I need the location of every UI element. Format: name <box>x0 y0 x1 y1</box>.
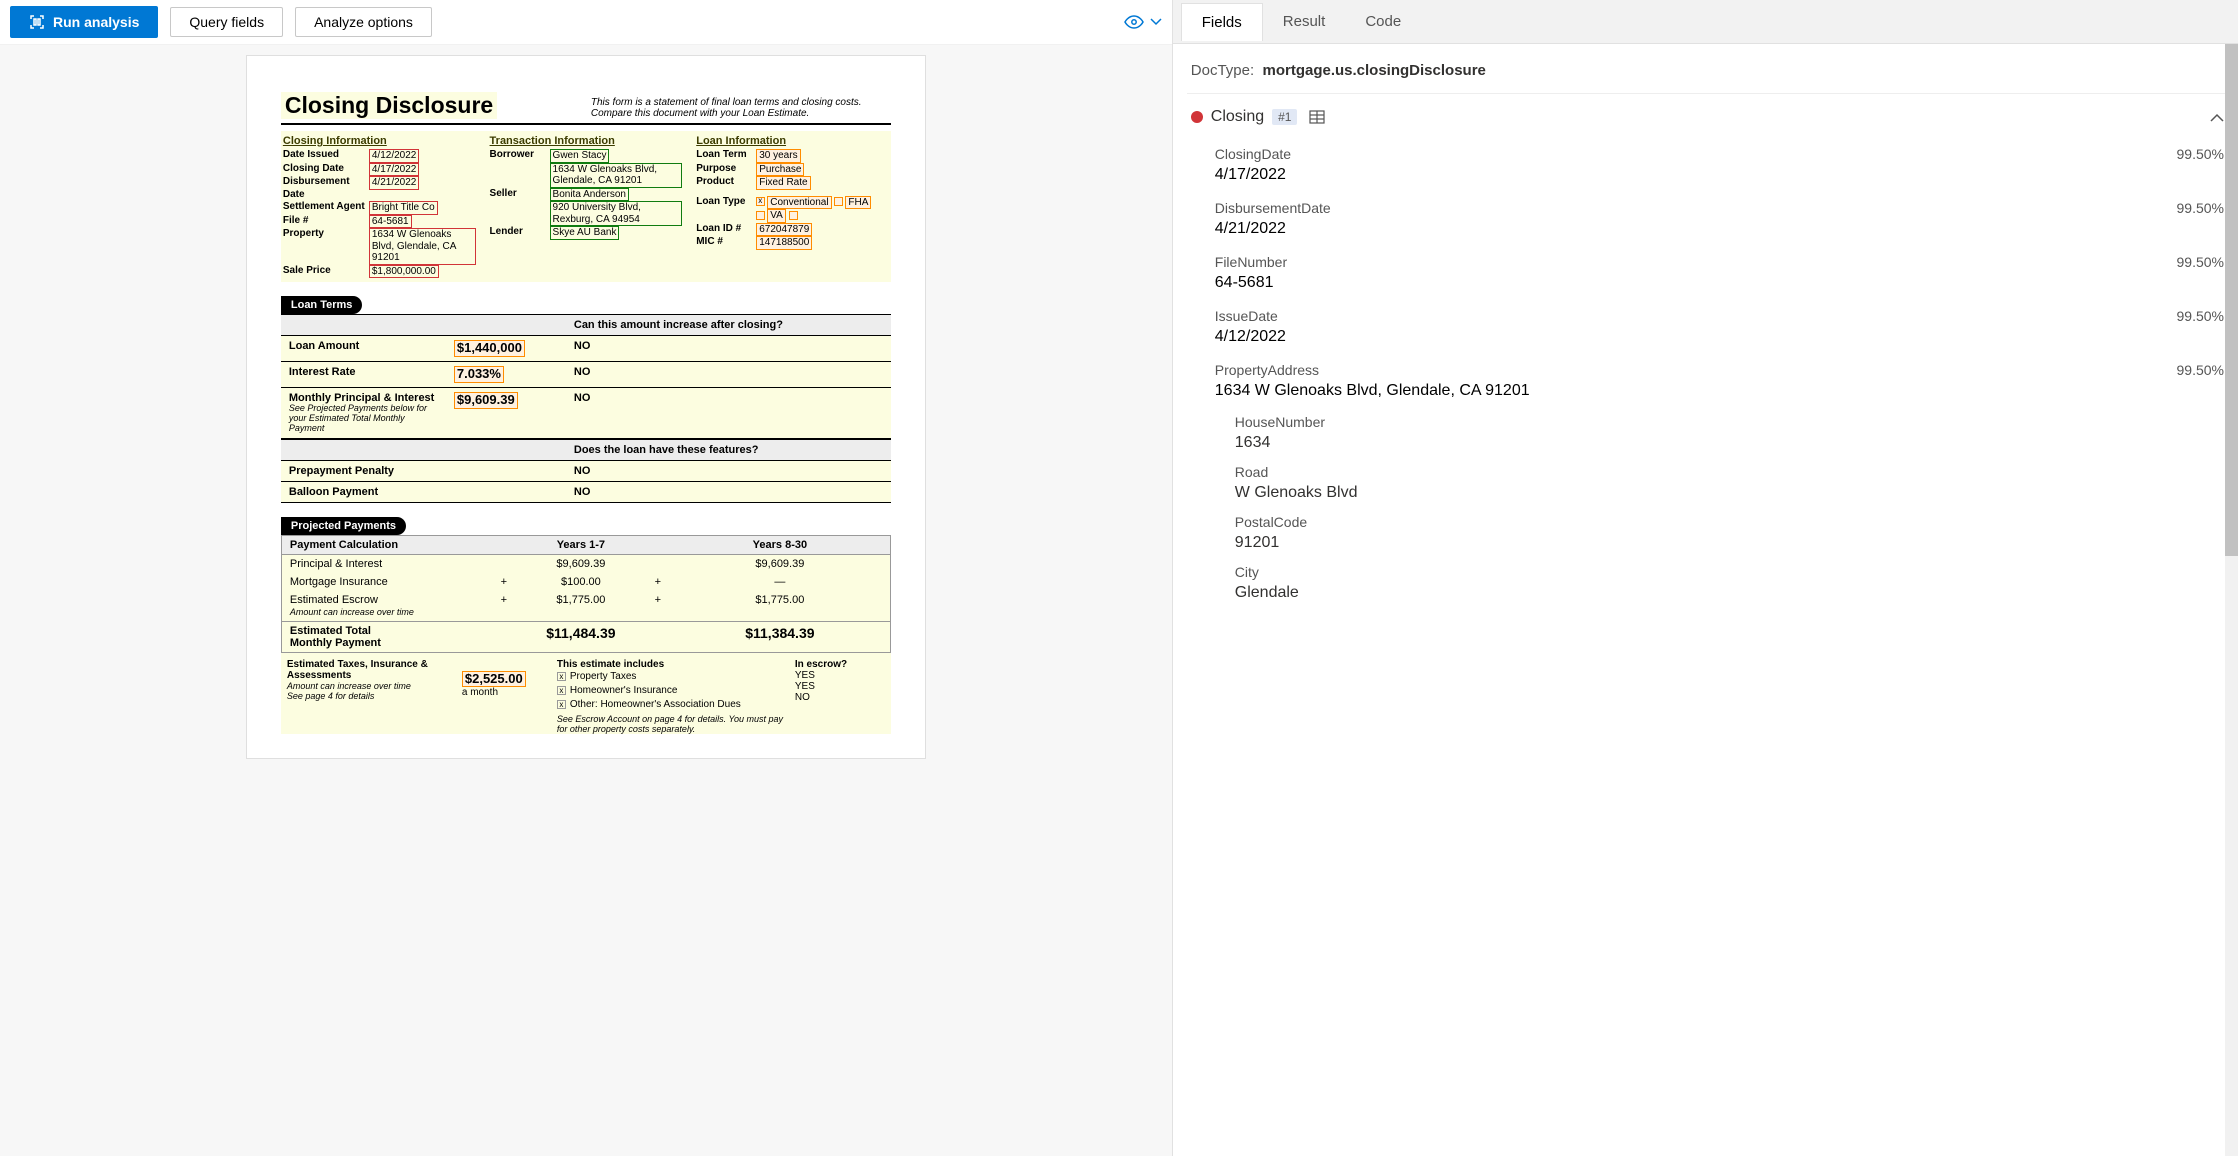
settlement-agent: Bright Title Co <box>369 201 438 215</box>
loan-amount: $1,440,000 <box>454 340 525 357</box>
tab-result[interactable]: Result <box>1263 3 1346 40</box>
loan-features-question: Does the loan have these features? <box>566 440 891 460</box>
loan-mic: 147188500 <box>756 236 812 250</box>
scan-icon <box>29 14 45 30</box>
estimated-taxes-heading: Estimated Taxes, Insurance & Assessments <box>287 659 452 681</box>
field-issuedate[interactable]: IssueDate99.50% 4/12/2022 <box>1187 300 2228 354</box>
query-fields-button[interactable]: Query fields <box>170 7 283 37</box>
loan-type-va: VA <box>767 209 786 223</box>
file-number: 64-5681 <box>369 215 412 229</box>
tab-code[interactable]: Code <box>1345 3 1421 40</box>
loan-terms-question: Can this amount increase after closing? <box>566 315 891 335</box>
estimated-taxes-amount: $2,525.00 <box>462 671 526 688</box>
chevron-up-icon <box>2210 113 2224 122</box>
run-analysis-label: Run analysis <box>53 14 139 30</box>
loan-id: 672047879 <box>756 223 812 237</box>
document-viewport[interactable]: Closing Disclosure This form is a statem… <box>0 45 1172 1156</box>
group-name: Closing <box>1211 108 1264 126</box>
seller-address: 920 University Blvd, Rexburg, CA 94954 <box>550 201 683 226</box>
property-address: 1634 W Glenoaks Blvd, Glendale, CA 91201 <box>369 228 476 265</box>
field-closingdate[interactable]: ClosingDate99.50% 4/17/2022 <box>1187 138 2228 192</box>
scrollbar[interactable] <box>2225 44 2238 1156</box>
table-icon <box>1309 109 1325 125</box>
subfield-postalcode[interactable]: PostalCode 91201 <box>1187 508 2228 558</box>
doc-subtitle: This form is a statement of final loan t… <box>591 97 891 119</box>
date-issued: 4/12/2022 <box>369 149 420 163</box>
doc-title: Closing Disclosure <box>281 92 497 119</box>
seller-name: Bonita Anderson <box>550 188 629 202</box>
eye-icon <box>1124 15 1144 29</box>
group-header[interactable]: Closing #1 <box>1187 94 2228 138</box>
loan-type-fha-cb <box>834 197 843 206</box>
projected-payments-heading: Projected Payments <box>281 517 406 535</box>
loan-type-conventional-cb <box>756 197 765 206</box>
loan-type-fha: FHA <box>845 196 871 210</box>
toolbar: Run analysis Query fields Analyze option… <box>0 0 1172 45</box>
loan-type-other-cb <box>789 211 798 220</box>
transaction-info-heading: Transaction Information <box>490 135 683 147</box>
monthly-pi: $9,609.39 <box>454 392 518 409</box>
scrollbar-thumb[interactable] <box>2225 44 2238 556</box>
lender: Skye AU Bank <box>550 226 620 240</box>
disbursement-date: 4/21/2022 <box>369 176 420 190</box>
interest-rate: 7.033% <box>454 366 504 383</box>
closing-info-heading: Closing Information <box>283 135 476 147</box>
field-propertyaddress[interactable]: PropertyAddress99.50% 1634 W Glenoaks Bl… <box>1187 354 2228 408</box>
borrower-name: Gwen Stacy <box>550 149 610 163</box>
loan-purpose: Purchase <box>756 163 804 177</box>
view-toggle[interactable] <box>1124 15 1162 29</box>
loan-type-va-cb <box>756 211 765 220</box>
tabs: Fields Result Code <box>1173 0 2238 44</box>
subfield-city[interactable]: City Glendale <box>1187 558 2228 608</box>
closing-date: 4/17/2022 <box>369 163 420 177</box>
field-filenumber[interactable]: FileNumber99.50% 64-5681 <box>1187 246 2228 300</box>
borrower-address: 1634 W Glenoaks Blvd, Glendale, CA 91201 <box>550 163 683 188</box>
fields-panel[interactable]: DocType: mortgage.us.closingDisclosure C… <box>1173 44 2238 1156</box>
status-dot-icon <box>1191 111 1203 123</box>
loan-info-heading: Loan Information <box>696 135 889 147</box>
sale-price: $1,800,000.00 <box>369 265 439 279</box>
loan-type-conventional: Conventional <box>767 196 831 210</box>
loan-product: Fixed Rate <box>756 176 810 190</box>
chevron-down-icon <box>1150 18 1162 26</box>
document-page: Closing Disclosure This form is a statem… <box>246 55 926 759</box>
group-badge: #1 <box>1272 109 1297 125</box>
doctype-value: mortgage.us.closingDisclosure <box>1262 62 1485 79</box>
tab-fields[interactable]: Fields <box>1181 3 1263 41</box>
field-disbursementdate[interactable]: DisbursementDate99.50% 4/21/2022 <box>1187 192 2228 246</box>
doctype-line: DocType: mortgage.us.closingDisclosure <box>1187 58 2228 94</box>
subfield-housenumber[interactable]: HouseNumber 1634 <box>1187 408 2228 458</box>
run-analysis-button[interactable]: Run analysis <box>10 6 158 38</box>
loan-term: 30 years <box>756 149 800 163</box>
subfield-road[interactable]: Road W Glenoaks Blvd <box>1187 458 2228 508</box>
analyze-options-button[interactable]: Analyze options <box>295 7 432 37</box>
loan-terms-heading: Loan Terms <box>281 296 363 314</box>
